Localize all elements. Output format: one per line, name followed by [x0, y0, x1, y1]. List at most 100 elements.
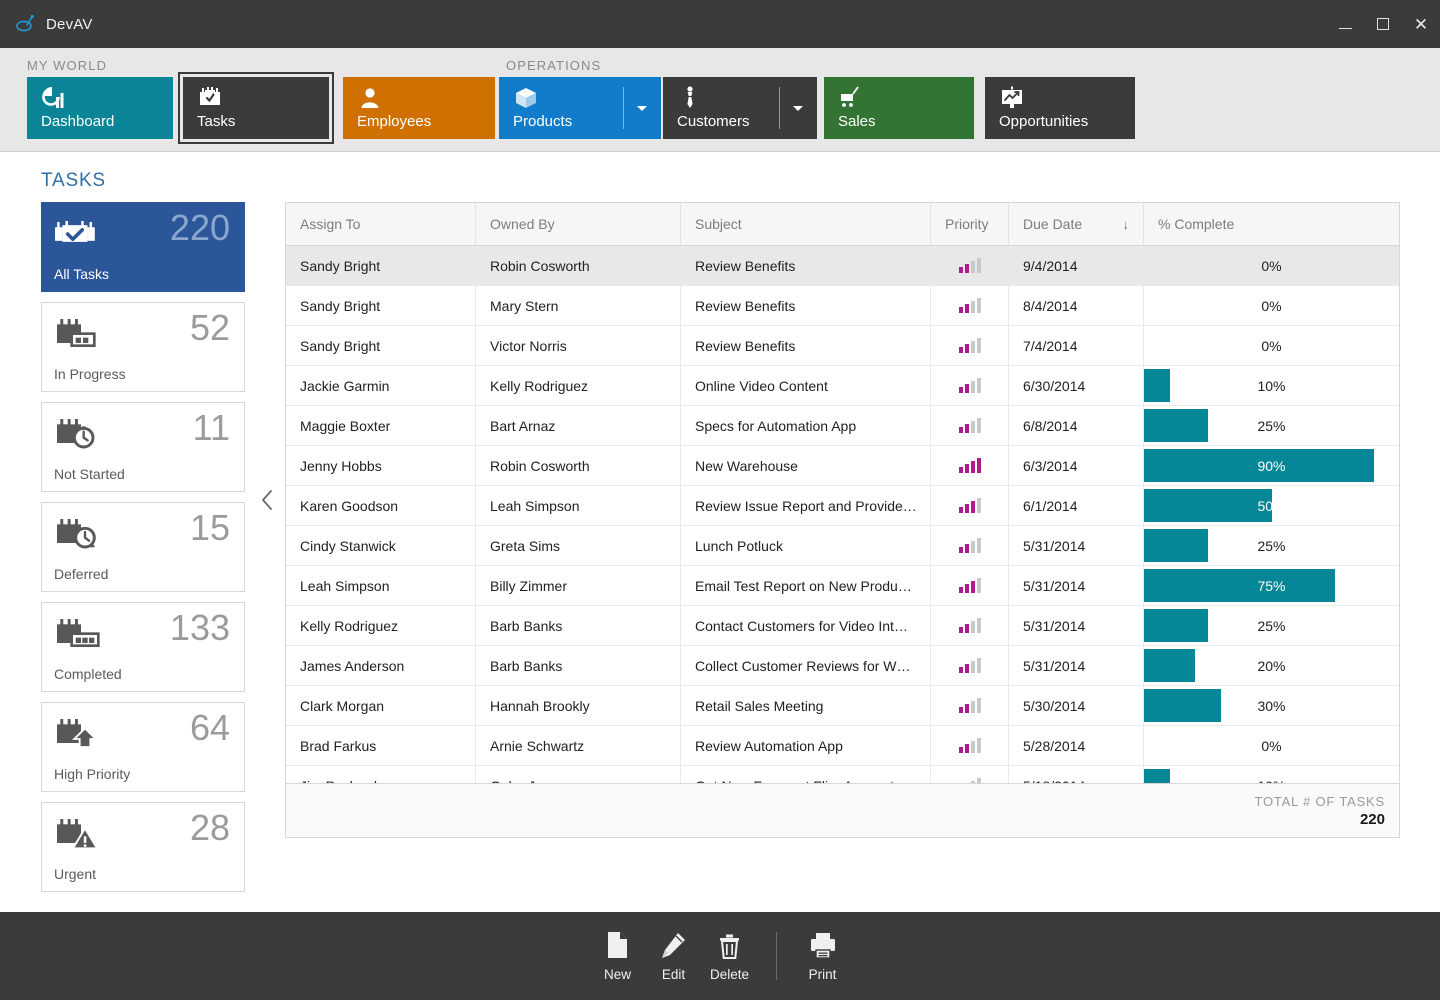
app-brand: DevAV [0, 13, 93, 35]
nav-tile-dropdown-button[interactable] [623, 77, 661, 139]
task-filter-label: In Progress [54, 366, 126, 382]
close-button[interactable]: ✕ [1402, 0, 1440, 48]
task-filter-count: 11 [193, 409, 230, 447]
column-header-due-date[interactable]: Due Date↓ [1009, 203, 1144, 245]
table-row[interactable]: James AndersonBarb BanksCollect Customer… [286, 646, 1399, 686]
table-row[interactable]: Kelly RodriguezBarb BanksContact Custome… [286, 606, 1399, 646]
priority-bar [971, 501, 975, 513]
cell-percent-complete: 0% [1144, 326, 1399, 365]
toolbar-button-edit[interactable]: Edit [646, 931, 702, 982]
cell-due-date: 5/18/2014 [1009, 766, 1144, 783]
nav-tile-dashboard[interactable]: Dashboard [27, 77, 173, 139]
toolbar-button-delete[interactable]: Delete [702, 931, 758, 982]
chevron-left-icon [260, 488, 274, 512]
table-row[interactable]: Maggie BoxterBart ArnazSpecs for Automat… [286, 406, 1399, 446]
progress-bar-label: 30% [1257, 698, 1285, 714]
table-row[interactable]: Jackie GarminKelly RodriguezOnline Video… [286, 366, 1399, 406]
cell-assign-to: Brad Farkus [286, 726, 476, 765]
table-row[interactable]: Sandy BrightRobin CosworthReview Benefit… [286, 246, 1399, 286]
priority-bar [977, 578, 981, 593]
nav-tile-label: Tasks [197, 114, 315, 131]
nav-tile-employees[interactable]: Employees [343, 77, 495, 139]
progress-bar-fill [1144, 369, 1170, 402]
priority-bar [959, 667, 963, 673]
column-header-assign-to[interactable]: Assign To [286, 203, 476, 245]
cell-subject: Review Automation App [681, 726, 931, 765]
nav-tile-tasks[interactable]: Tasks [183, 77, 329, 139]
task-filter-card-urgent[interactable]: 28Urgent [41, 802, 245, 892]
cell-subject: Review Benefits [681, 286, 931, 325]
priority-bar [971, 461, 975, 473]
priority-level-icon [959, 298, 981, 313]
presentation-chart-icon [999, 85, 1025, 111]
progress-bar-label: 90% [1257, 458, 1285, 474]
new-document-icon [604, 931, 632, 961]
calendar-up-arrow-icon [54, 715, 100, 751]
priority-bar [959, 307, 963, 313]
shopping-cart-icon [838, 85, 864, 111]
task-filter-card-in-progress[interactable]: 52In Progress [41, 302, 245, 392]
priority-level-icon [959, 738, 981, 753]
cell-due-date: 6/1/2014 [1009, 486, 1144, 525]
cell-priority [931, 446, 1009, 485]
nav-tile-dropdown-button[interactable] [779, 77, 817, 139]
task-filter-card-not-started[interactable]: 11Not Started [41, 402, 245, 492]
progress-bar-fill [1144, 569, 1335, 602]
sidebar-collapse-button[interactable] [255, 152, 279, 848]
nav-tile-products[interactable]: Products [499, 77, 661, 139]
priority-bar [977, 698, 981, 713]
grid-header-row: Assign ToOwned BySubjectPriorityDue Date… [286, 203, 1399, 246]
table-row[interactable]: Karen GoodsonLeah SimpsonReview Issue Re… [286, 486, 1399, 526]
cell-priority [931, 606, 1009, 645]
chevron-down-icon [637, 106, 647, 111]
cell-owned-by: Robin Cosworth [476, 246, 681, 285]
task-filter-card-high-priority[interactable]: 64High Priority [41, 702, 245, 792]
priority-bar [965, 304, 969, 313]
toolbar-button-new[interactable]: New [590, 931, 646, 982]
priority-level-icon [959, 538, 981, 553]
column-header-owned-by[interactable]: Owned By [476, 203, 681, 245]
cell-assign-to: Clark Morgan [286, 686, 476, 725]
close-icon: ✕ [1414, 16, 1428, 33]
column-header-priority[interactable]: Priority [931, 203, 1009, 245]
cell-owned-by: Billy Zimmer [476, 566, 681, 605]
cell-priority [931, 326, 1009, 365]
priority-bar [959, 467, 963, 473]
cell-due-date: 5/31/2014 [1009, 566, 1144, 605]
table-row[interactable]: Sandy BrightVictor NorrisReview Benefits… [286, 326, 1399, 366]
cell-subject: Retail Sales Meeting [681, 686, 931, 725]
cell-assign-to: Jackie Garmin [286, 366, 476, 405]
maximize-button[interactable] [1364, 0, 1402, 48]
table-row[interactable]: Jim PackardGabe JonesGet New Frequent Fl… [286, 766, 1399, 783]
cell-percent-complete: 10% [1144, 766, 1399, 783]
cell-owned-by: Bart Arnaz [476, 406, 681, 445]
task-filter-card-deferred[interactable]: 15Deferred [41, 502, 245, 592]
nav-tile-sales[interactable]: Sales [824, 77, 974, 139]
table-row[interactable]: Cindy StanwickGreta SimsLunch Potluck5/3… [286, 526, 1399, 566]
table-row[interactable]: Brad FarkusArnie SchwartzReview Automati… [286, 726, 1399, 766]
tasks-grid: Assign ToOwned BySubjectPriorityDue Date… [285, 202, 1400, 838]
column-header-complete[interactable]: % Complete [1144, 203, 1399, 245]
cell-assign-to: Karen Goodson [286, 486, 476, 525]
nav-tile-customers[interactable]: Customers [663, 77, 817, 139]
progress-bar-fill [1144, 489, 1272, 522]
cell-owned-by: Hannah Brookly [476, 686, 681, 725]
cell-priority [931, 526, 1009, 565]
table-row[interactable]: Sandy BrightMary SternReview Benefits8/4… [286, 286, 1399, 326]
cell-assign-to: Sandy Bright [286, 326, 476, 365]
priority-bar [959, 547, 963, 553]
task-filter-card-all-tasks[interactable]: 220All Tasks [41, 202, 245, 292]
printer-icon [809, 931, 837, 961]
cell-assign-to: Jenny Hobbs [286, 446, 476, 485]
task-filter-card-completed[interactable]: 133Completed [41, 602, 245, 692]
cell-due-date: 5/30/2014 [1009, 686, 1144, 725]
priority-bar [965, 544, 969, 553]
devav-logo-icon [14, 13, 36, 35]
table-row[interactable]: Jenny HobbsRobin CosworthNew Warehouse6/… [286, 446, 1399, 486]
column-header-subject[interactable]: Subject [681, 203, 931, 245]
minimize-button[interactable] [1326, 0, 1364, 48]
nav-tile-opportunities[interactable]: Opportunities [985, 77, 1135, 139]
toolbar-button-print[interactable]: Print [795, 931, 851, 982]
table-row[interactable]: Leah SimpsonBilly ZimmerEmail Test Repor… [286, 566, 1399, 606]
table-row[interactable]: Clark MorganHannah BrooklyRetail Sales M… [286, 686, 1399, 726]
